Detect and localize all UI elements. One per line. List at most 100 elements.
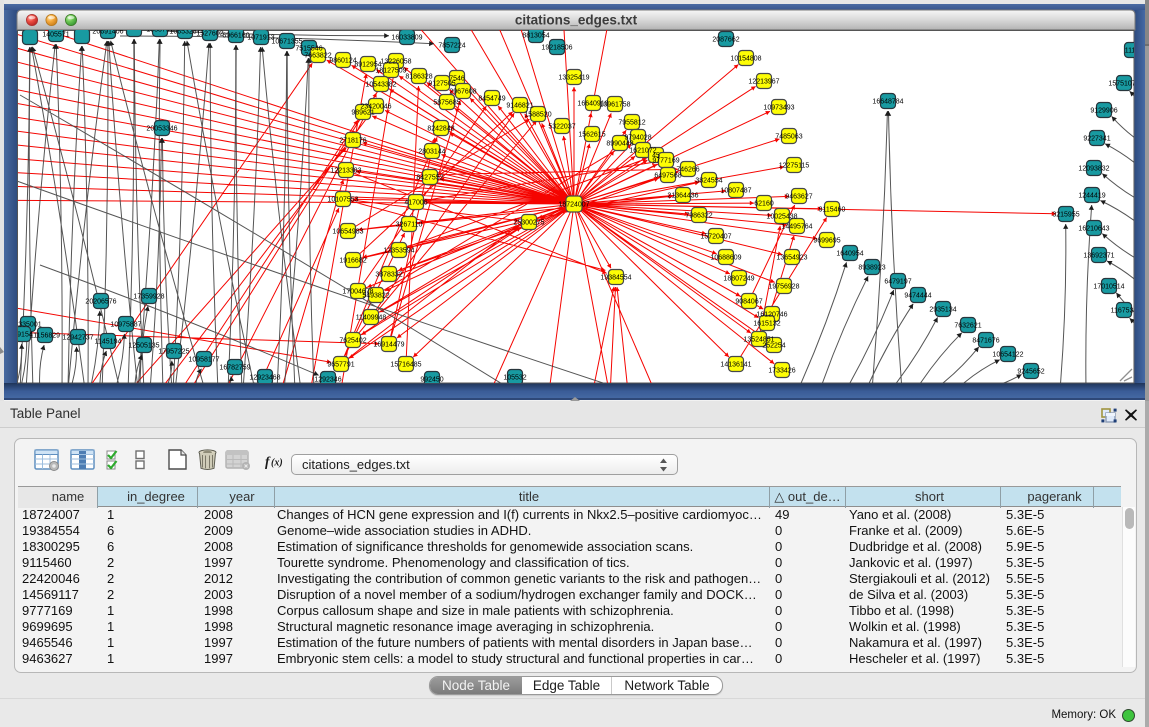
svg-text:15716485: 15716485 [390, 362, 421, 369]
svg-text:9146821: 9146821 [506, 103, 533, 110]
svg-text:105532: 105532 [503, 375, 526, 382]
svg-text:13654923: 13654923 [776, 255, 807, 262]
svg-text:1615132: 1615132 [753, 321, 780, 328]
svg-text:2335001: 2335001 [14, 322, 41, 329]
svg-text:12275115: 12275115 [779, 163, 810, 170]
svg-text:10807487: 10807487 [720, 188, 751, 195]
svg-text:1167533: 1167533 [1111, 308, 1138, 315]
svg-text:13226058: 13226058 [380, 59, 411, 66]
svg-text:10975887: 10975887 [110, 322, 141, 329]
svg-text:8471676: 8471676 [972, 338, 999, 345]
svg-text:1145194: 1145194 [95, 339, 122, 346]
svg-text:12353594: 12353594 [383, 248, 414, 255]
svg-text:9227341: 9227341 [1083, 136, 1110, 143]
svg-text:1405571: 1405571 [42, 32, 69, 39]
svg-text:9084067: 9084067 [735, 299, 762, 306]
svg-text:18807249: 18807249 [723, 276, 754, 283]
svg-text:2718176: 2718176 [339, 138, 366, 145]
svg-text:7546: 7546 [449, 76, 465, 83]
svg-text:9699695: 9699695 [813, 238, 840, 245]
svg-text:12213383: 12213383 [330, 168, 361, 175]
svg-text:16914479: 16914479 [373, 342, 404, 349]
svg-text:10654122: 10654122 [992, 352, 1023, 359]
svg-text:5493822: 5493822 [362, 293, 389, 300]
svg-text:989621: 989621 [351, 110, 374, 117]
svg-text:1916682: 1916682 [339, 258, 366, 265]
svg-text:17359928: 17359928 [133, 294, 164, 301]
svg-text:5875685: 5875685 [433, 100, 460, 107]
svg-text:3878332: 3878332 [375, 272, 402, 279]
svg-text:(x): (x) [271, 458, 283, 469]
svg-text:6497568: 6497568 [654, 173, 681, 180]
svg-text:62160: 62160 [754, 201, 774, 208]
svg-text:9115460: 9115460 [819, 207, 846, 214]
svg-text:1292346: 1292346 [314, 377, 341, 384]
svg-text:5322037: 5322037 [548, 124, 575, 131]
svg-text:1562615: 1562615 [578, 132, 605, 139]
svg-text:10961758: 10961758 [599, 102, 630, 109]
svg-text:19218506: 19218506 [541, 45, 572, 52]
svg-text:1588520: 1588520 [524, 112, 551, 119]
svg-text:3824554: 3824554 [695, 178, 722, 185]
svg-text:14495764: 14495764 [781, 224, 812, 231]
svg-text:7515546: 7515546 [295, 46, 322, 53]
svg-text:14136141: 14136141 [720, 362, 751, 369]
svg-text:8938923: 8938923 [858, 265, 885, 272]
svg-text:16120746: 16120746 [756, 312, 787, 319]
svg-text:12923468: 12923468 [249, 375, 280, 382]
svg-text:10654983: 10654983 [332, 229, 363, 236]
svg-text:417006: 417006 [404, 200, 427, 207]
svg-text:8454749: 8454749 [478, 96, 505, 103]
svg-text:9463627: 9463627 [785, 194, 812, 201]
svg-text:16648784: 16648784 [872, 99, 903, 106]
svg-text:citations_edges.txt: citations_edges.txt [515, 13, 638, 28]
svg-text:3267110: 3267110 [396, 222, 423, 229]
svg-text:1733426: 1733426 [768, 368, 795, 375]
svg-text:3215955: 3215955 [1052, 212, 1079, 219]
svg-text:10973493: 10973493 [763, 105, 794, 112]
svg-text:8813054: 8813054 [522, 33, 549, 40]
svg-text:20206576: 20206576 [85, 299, 116, 306]
svg-text:7986322: 7986322 [685, 213, 712, 220]
svg-text:16782759: 16782759 [219, 365, 250, 372]
svg-text:10688609: 10688609 [710, 255, 741, 262]
svg-text:7857224: 7857224 [438, 43, 465, 50]
svg-text:16210643: 16210643 [1078, 226, 1109, 233]
svg-text:2087662: 2087662 [712, 37, 739, 44]
svg-text:1527602: 1527602 [196, 31, 223, 38]
svg-text:992450: 992450 [420, 377, 443, 384]
svg-text:16033809: 16033809 [391, 35, 422, 42]
svg-text:7663822: 7663822 [304, 53, 331, 60]
svg-text:9657791: 9657791 [327, 362, 354, 369]
svg-text:18724007: 18724007 [558, 202, 589, 209]
svg-text:17957225: 17957225 [158, 349, 189, 356]
svg-text:9860124: 9860124 [329, 58, 356, 65]
svg-text:10025438: 10025438 [766, 214, 797, 221]
svg-text:21364436: 21364436 [667, 193, 698, 200]
svg-text:13325419: 13325419 [558, 75, 589, 82]
svg-text:7955812: 7955812 [618, 120, 645, 127]
svg-text:12942737: 12942737 [62, 335, 93, 342]
svg-text:10543382: 10543382 [365, 82, 396, 89]
svg-text:9245652: 9245652 [1017, 369, 1044, 376]
svg-text:1244419: 1244419 [1078, 193, 1105, 200]
svg-text:6479197: 6479197 [884, 279, 911, 286]
svg-text:25300275: 25300275 [513, 220, 544, 227]
svg-text:7485063: 7485063 [775, 134, 802, 141]
svg-text:15720407: 15720407 [700, 234, 731, 241]
svg-text:10958177: 10958177 [188, 357, 219, 364]
svg-text:17010514: 17010514 [1093, 284, 1124, 291]
svg-text:2935134: 2935134 [929, 307, 956, 314]
svg-text:8242848: 8242848 [427, 126, 454, 133]
svg-text:7625402: 7625402 [339, 338, 366, 345]
svg-text:8990448: 8990448 [606, 141, 633, 148]
svg-text:9794028: 9794028 [624, 135, 651, 142]
svg-text:12093832: 12093832 [1078, 166, 1109, 173]
svg-text:13692371: 13692371 [1083, 253, 1114, 260]
svg-text:11409948: 11409948 [356, 315, 387, 322]
svg-text:12505135: 12505135 [128, 343, 159, 350]
svg-text:8427552: 8427552 [416, 175, 443, 182]
svg-text:9777169: 9777169 [652, 158, 679, 165]
svg-text:2803144: 2803144 [418, 149, 445, 156]
svg-text:18127509: 18127509 [375, 68, 406, 75]
